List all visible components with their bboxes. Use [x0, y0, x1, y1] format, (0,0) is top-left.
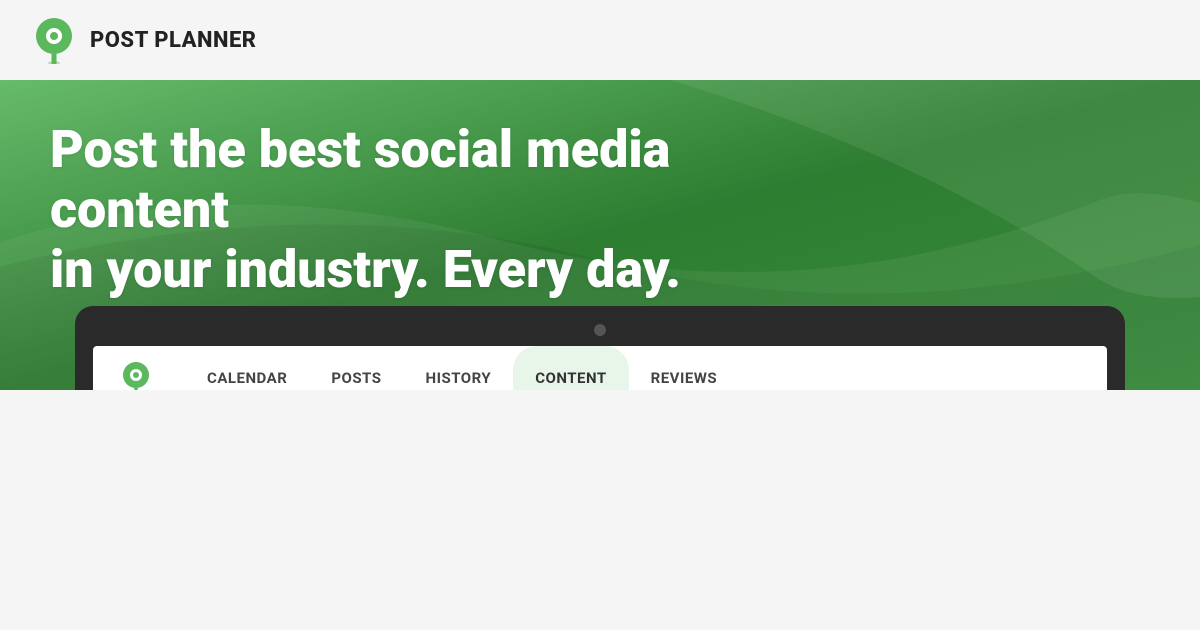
- hero-text: Post the best social media content in yo…: [0, 80, 1200, 339]
- hero-headline: Post the best social media content in yo…: [50, 120, 750, 299]
- tablet-screen: CALENDAR POSTS HISTORY CONTENT REVIEWS: [93, 346, 1107, 390]
- app-nav-logo: [117, 359, 155, 391]
- hero-section: Post the best social media content in yo…: [0, 80, 1200, 390]
- nav-item-reviews[interactable]: REVIEWS: [629, 346, 740, 390]
- nav-item-content[interactable]: CONTENT: [513, 346, 628, 390]
- logo-container: POST PLANNER: [30, 16, 257, 64]
- nav-item-calendar[interactable]: CALENDAR: [185, 346, 309, 390]
- nav-item-history[interactable]: HISTORY: [403, 346, 513, 390]
- logo-icon: [30, 16, 78, 64]
- app-nav: CALENDAR POSTS HISTORY CONTENT REVIEWS: [93, 346, 1107, 390]
- nav-item-posts[interactable]: POSTS: [309, 346, 403, 390]
- brand-name: POST PLANNER: [90, 28, 257, 53]
- header: POST PLANNER: [0, 0, 1200, 80]
